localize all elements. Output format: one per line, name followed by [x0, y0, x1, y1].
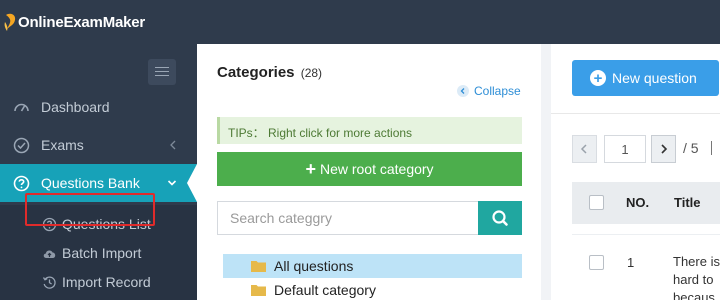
page-number-input[interactable]: 1 — [604, 135, 646, 163]
column-header-title: Title — [674, 195, 701, 210]
chevron-left-circle-icon — [457, 85, 469, 97]
folder-icon — [251, 285, 266, 296]
history-icon — [42, 276, 56, 289]
category-item-default[interactable]: Default category — [223, 278, 522, 300]
chevron-down-icon — [167, 180, 177, 186]
collapse-button[interactable]: Collapse — [457, 84, 521, 98]
table-header: NO. Title — [572, 182, 720, 224]
sidebar-item-exams[interactable]: Exams — [0, 126, 197, 164]
categories-panel: Categories (28) Collapse TIPs： Right cli… — [197, 44, 541, 300]
row-checkbox[interactable] — [589, 255, 604, 270]
sidebar-subitem-label: Batch Import — [62, 245, 142, 261]
menu-toggle-button[interactable] — [148, 59, 176, 85]
new-root-category-button[interactable]: + New root category — [217, 152, 522, 186]
sidebar-item-label: Exams — [41, 137, 84, 153]
categories-count: (28) — [300, 66, 323, 80]
panel-gap — [541, 44, 551, 300]
sidebar: Dashboard Exams Questions Bank Questions… — [0, 44, 197, 300]
row-title: There is hard to becaus — [673, 253, 720, 300]
categories-title-text: Categories — [217, 64, 295, 81]
plus-icon: + — [590, 70, 606, 86]
table-row[interactable]: 1 There is hard to becaus — [572, 234, 720, 300]
page-total: / 5 — [683, 140, 699, 156]
new-root-category-label: New root category — [319, 161, 434, 177]
column-header-no: NO. — [626, 195, 650, 210]
category-label: Default category — [274, 282, 376, 298]
new-question-label: New question — [612, 70, 697, 86]
category-item-all-questions[interactable]: All questions — [223, 254, 522, 278]
sidebar-item-label: Dashboard — [41, 99, 110, 115]
cloud-upload-icon — [43, 250, 56, 258]
app-logo[interactable]: OnlineExamMaker — [4, 9, 145, 35]
logo-icon — [4, 13, 16, 31]
questions-panel: + New question 1 / 5 NO. Title 1 There i… — [551, 44, 720, 300]
sidebar-subitem-label: Import Record — [62, 274, 151, 290]
category-label: All questions — [274, 258, 354, 274]
new-question-button[interactable]: + New question — [572, 60, 719, 96]
pagination-divider — [711, 141, 712, 155]
category-search-input[interactable] — [218, 202, 458, 234]
tips-banner: TIPs： Right click for more actions — [217, 117, 522, 144]
collapse-label: Collapse — [474, 84, 521, 98]
select-all-checkbox[interactable] — [589, 195, 604, 210]
chevron-right-icon — [661, 144, 668, 154]
sidebar-item-label: Questions Bank — [41, 175, 140, 191]
check-circle-icon — [13, 137, 30, 154]
sidebar-subitem-batch-import[interactable]: Batch Import — [0, 239, 197, 267]
dashboard-icon — [14, 103, 29, 112]
row-number: 1 — [627, 255, 635, 270]
top-header-bar: OnlineExamMaker — [0, 0, 720, 44]
category-search-button[interactable] — [478, 201, 522, 235]
row-title-text: There is hard to becaus — [673, 254, 720, 300]
chevron-left-icon — [170, 140, 176, 150]
logo-text: OnlineExamMaker — [18, 13, 146, 31]
category-search-box — [217, 201, 479, 235]
search-icon — [492, 210, 508, 226]
folder-icon — [251, 261, 266, 272]
sidebar-subitem-import-record[interactable]: Import Record — [0, 268, 197, 296]
active-indicator-arrow — [187, 164, 197, 202]
next-page-button[interactable] — [651, 135, 676, 163]
divider — [551, 113, 720, 114]
categories-title: Categories (28) — [217, 64, 322, 81]
question-circle-icon — [13, 175, 30, 192]
sidebar-item-dashboard[interactable]: Dashboard — [0, 88, 197, 126]
batch-import-highlight — [25, 193, 155, 226]
chevron-left-icon — [580, 144, 587, 154]
prev-page-button[interactable] — [572, 135, 597, 163]
plus-icon: + — [305, 158, 316, 179]
